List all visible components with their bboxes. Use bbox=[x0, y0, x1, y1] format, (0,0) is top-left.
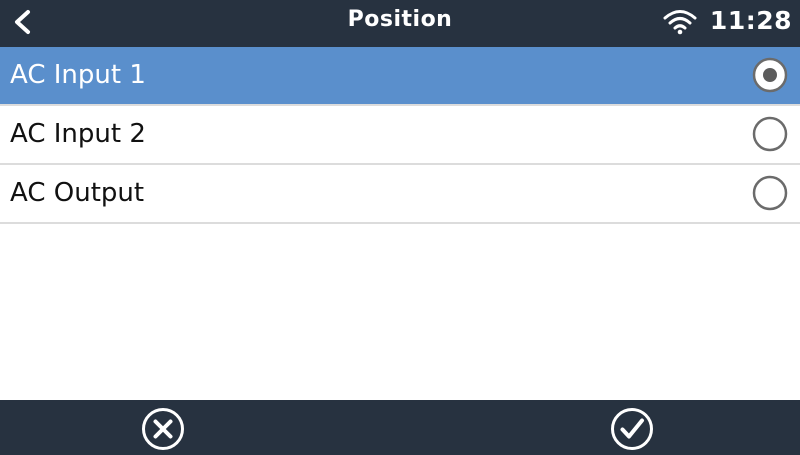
position-options-list: AC Input 1 AC Input 2 AC Output bbox=[0, 47, 800, 224]
header-bar: Position 11:28 bbox=[0, 0, 800, 47]
clock: 11:28 bbox=[709, 6, 792, 35]
option-label: AC Input 2 bbox=[10, 119, 146, 149]
cancel-circle-icon bbox=[142, 408, 184, 450]
wifi-icon bbox=[663, 10, 697, 35]
confirm-button[interactable] bbox=[609, 406, 655, 452]
screen: Position 11:28 AC Input 1 AC Input 2 AC … bbox=[0, 0, 800, 455]
checkmark-circle-icon bbox=[611, 408, 653, 450]
option-ac-output[interactable]: AC Output bbox=[0, 165, 800, 224]
radio-unselected-icon[interactable] bbox=[752, 116, 788, 152]
cancel-button[interactable] bbox=[140, 406, 186, 452]
option-label: AC Output bbox=[10, 178, 145, 208]
option-ac-input-1[interactable]: AC Input 1 bbox=[0, 47, 800, 106]
footer-bar bbox=[0, 400, 800, 455]
radio-unselected-icon[interactable] bbox=[752, 175, 788, 211]
option-ac-input-2[interactable]: AC Input 2 bbox=[0, 106, 800, 165]
radio-selected-icon[interactable] bbox=[752, 57, 788, 93]
option-label: AC Input 1 bbox=[10, 60, 146, 90]
